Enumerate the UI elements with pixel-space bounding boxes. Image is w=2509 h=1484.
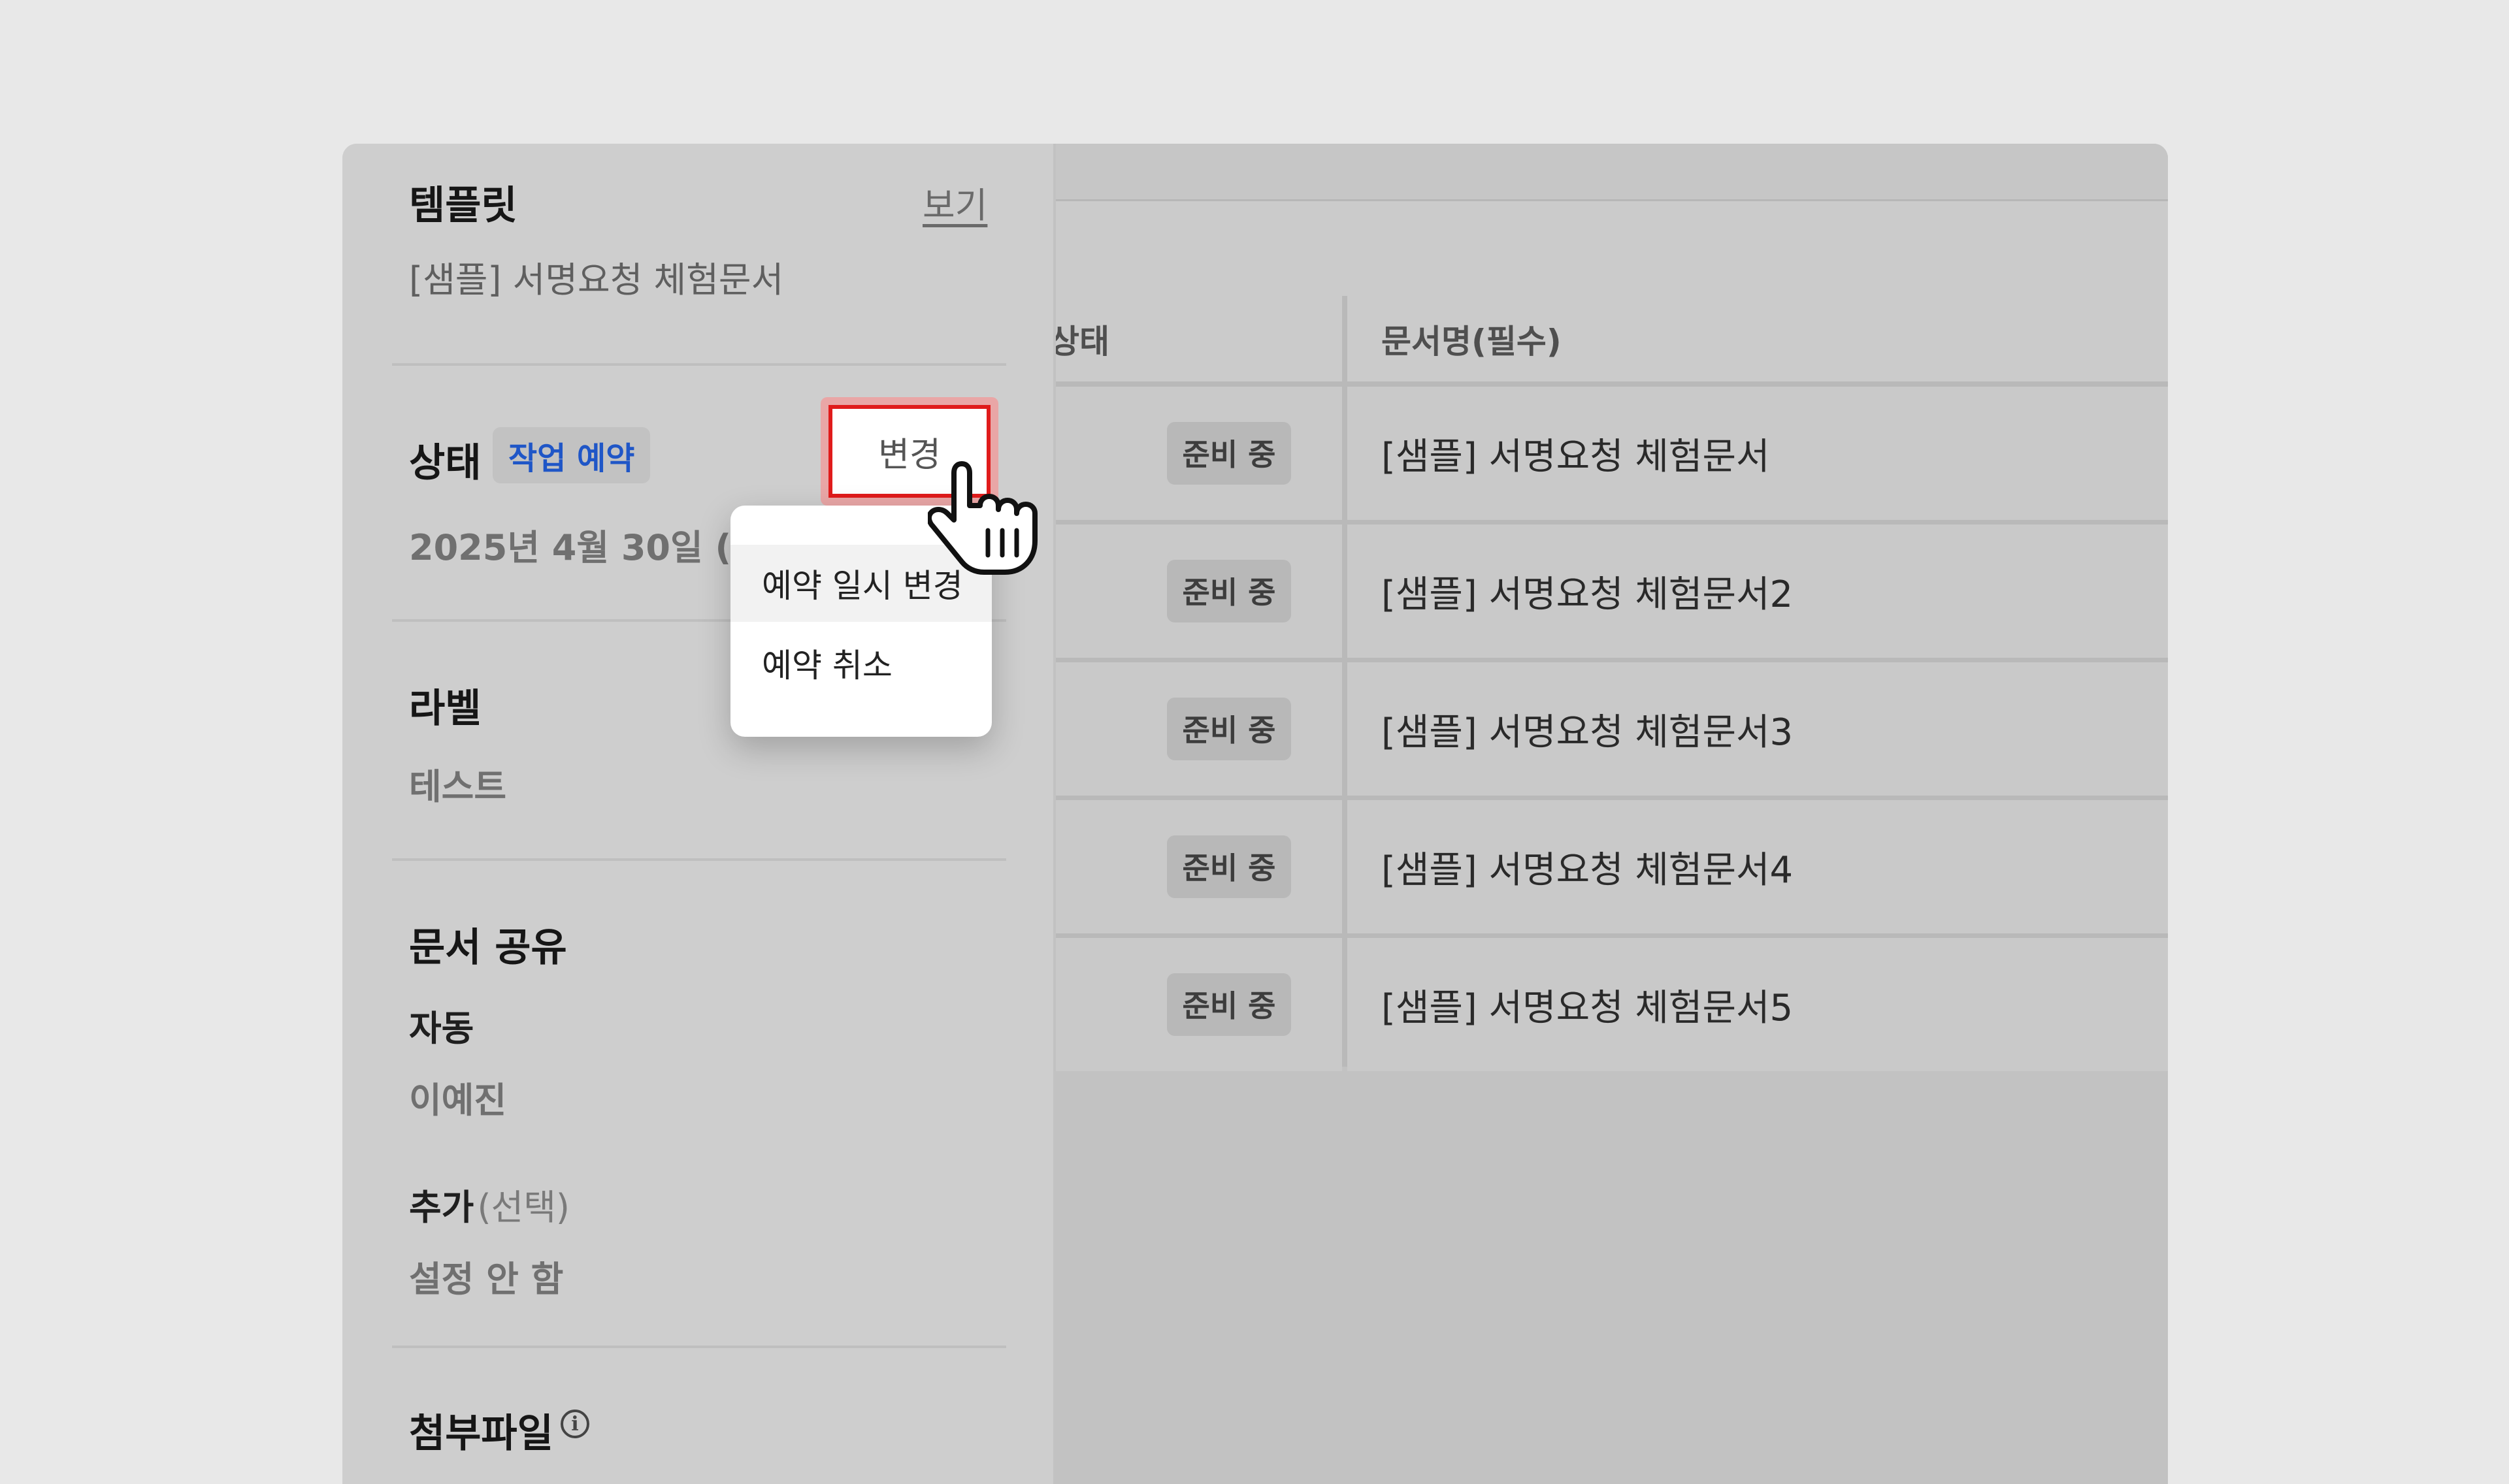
- template-view-link[interactable]: 보기: [923, 176, 987, 228]
- document-name-cell[interactable]: [샘플] 서명요청 체험문서3: [1347, 662, 2168, 796]
- status-cell: 준비 중: [1056, 387, 1342, 520]
- label-value: 테스트: [409, 766, 507, 807]
- status-badge: 준비 중: [1166, 698, 1292, 760]
- auto-share-value: 이예진: [409, 1080, 507, 1121]
- status-cell: 준비 중: [1056, 938, 1342, 1071]
- attachment-section-title: 첨부파일: [409, 1411, 553, 1457]
- share-section-title: 문서 공유: [409, 925, 567, 971]
- status-badge: 준비 중: [1166, 560, 1292, 622]
- status-cell: 준비 중: [1056, 662, 1342, 796]
- add-share-title-row: 추가 (선택): [409, 1178, 570, 1230]
- document-name-cell[interactable]: [샘플] 서명요청 체험문서4: [1347, 800, 2168, 933]
- label-section-title: 라벨: [409, 686, 482, 732]
- table-row[interactable]: 준비 중 [샘플] 서명요청 체험문서5: [1056, 938, 2168, 1071]
- status-cell: 준비 중: [1056, 524, 1342, 658]
- document-name-cell[interactable]: [샘플] 서명요청 체험문서2: [1347, 524, 2168, 658]
- table-top-bar: [1056, 144, 2168, 201]
- scheduled-date: 2025년 4월 30일 (수: [409, 527, 764, 568]
- column-header-name-label: 문서명(필수): [1381, 322, 1562, 361]
- details-panel: 템플릿 보기 [샘플] 서명요청 체험문서 상태 작업 예약 2025년 4월 …: [342, 144, 1056, 1484]
- section-divider: [392, 1346, 1006, 1348]
- table-row[interactable]: 준비 중 [샘플] 서명요청 체험문서: [1056, 387, 2168, 520]
- section-divider: [392, 858, 1006, 861]
- status-badge: 준비 중: [1166, 422, 1292, 485]
- table-row[interactable]: 준비 중 [샘플] 서명요청 체험문서4: [1056, 800, 2168, 933]
- table-row[interactable]: 준비 중 [샘플] 서명요청 체험문서3: [1056, 662, 2168, 796]
- document-table-area: 상태 문서명(필수) 준비 중 [샘플] 서명요청 체험문서 준비 중 [샘플]…: [1049, 144, 2168, 1484]
- add-share-value: 설정 안 함: [409, 1259, 564, 1300]
- column-header-status[interactable]: 상태: [1049, 296, 1342, 381]
- auto-share-title: 자동: [409, 1008, 474, 1049]
- table-row[interactable]: 준비 중 [샘플] 서명요청 체험문서2: [1056, 524, 2168, 658]
- info-circle-icon[interactable]: i: [561, 1410, 589, 1438]
- status-badge: 준비 중: [1166, 835, 1292, 898]
- add-share-title: 추가: [409, 1187, 474, 1228]
- template-section-title: 템플릿: [409, 183, 517, 229]
- document-name-cell[interactable]: [샘플] 서명요청 체험문서5: [1347, 938, 2168, 1071]
- status-section-title: 상태: [409, 440, 482, 486]
- app-window: 상태 문서명(필수) 준비 중 [샘플] 서명요청 체험문서 준비 중 [샘플]…: [342, 144, 2168, 1484]
- template-value: [샘플] 서명요청 체험문서: [409, 259, 784, 300]
- hand-pointer-icon: [928, 461, 1038, 575]
- table-toolbar: [1056, 201, 2168, 296]
- status-tag: 작업 예약: [493, 427, 651, 483]
- status-cell: 준비 중: [1056, 800, 1342, 933]
- document-name-cell[interactable]: [샘플] 서명요청 체험문서: [1347, 387, 2168, 520]
- column-header-status-label: 상태: [1049, 322, 1109, 361]
- column-header-name[interactable]: 문서명(필수): [1347, 296, 2168, 381]
- document-table: 상태 문서명(필수) 준비 중 [샘플] 서명요청 체험문서 준비 중 [샘플]…: [1049, 296, 2168, 1071]
- add-share-optional: (선택): [477, 1187, 570, 1228]
- section-divider: [392, 363, 1006, 366]
- status-badge: 준비 중: [1166, 973, 1292, 1036]
- menu-item-cancel-schedule[interactable]: 예약 취소: [730, 624, 992, 702]
